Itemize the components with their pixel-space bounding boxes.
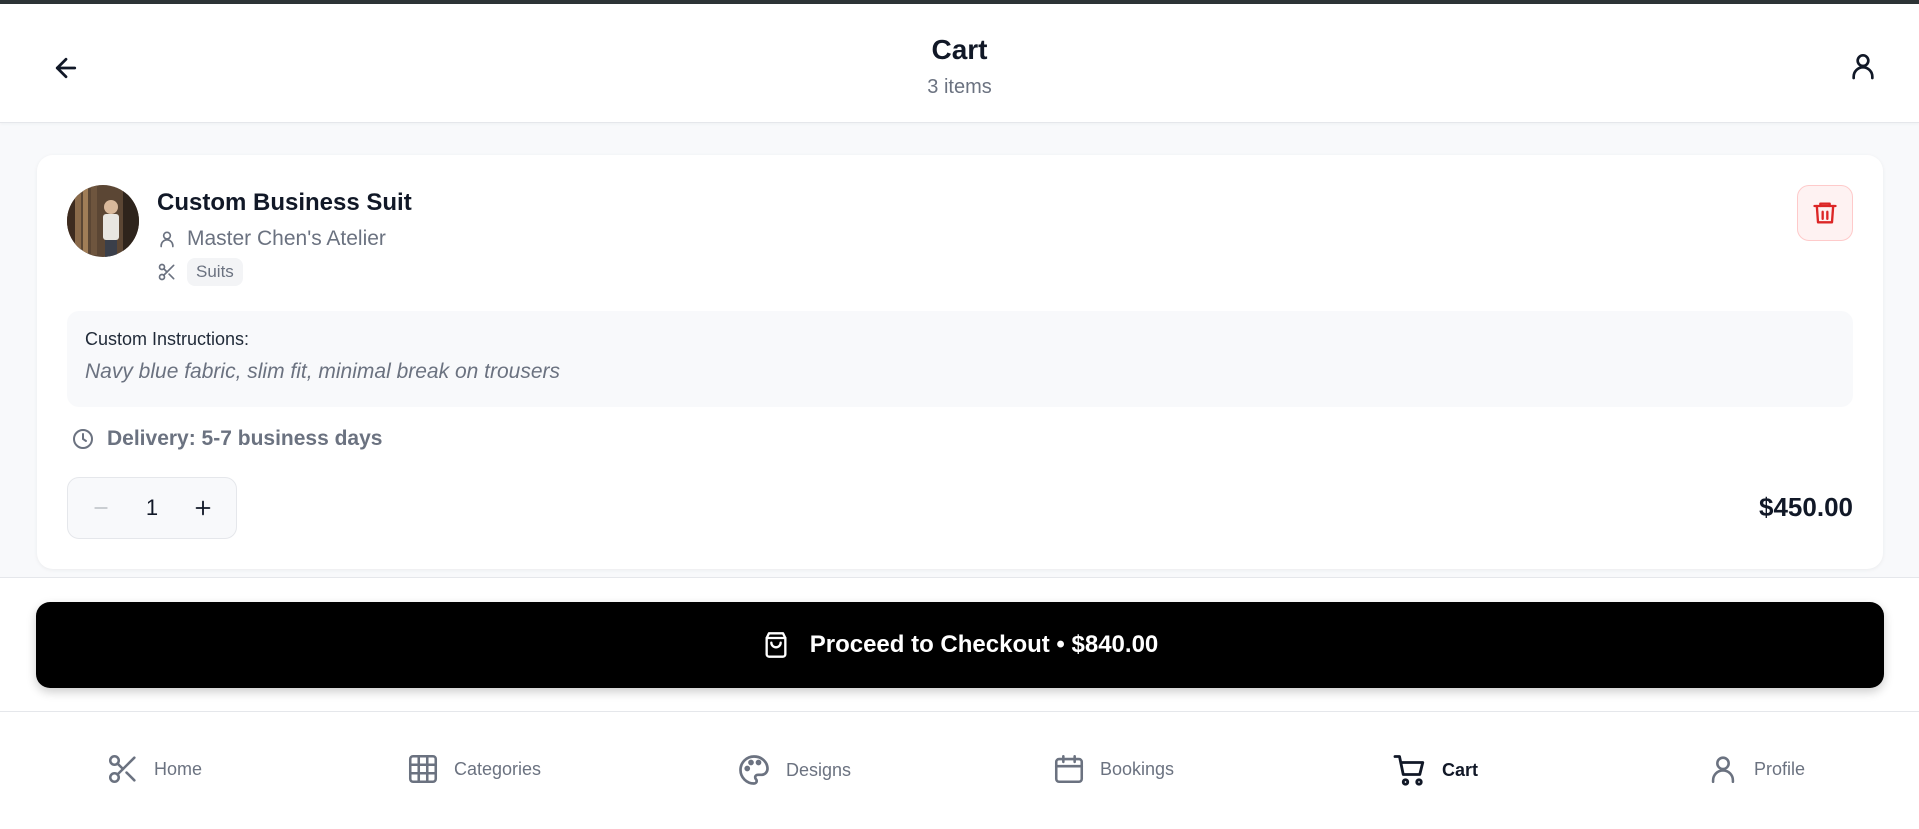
nav-item-categories[interactable]: Categories [406,752,541,786]
profile-button[interactable] [1843,46,1883,86]
tailor-name: Master Chen's Atelier [187,227,386,250]
delivery-text: Delivery: 5-7 business days [107,427,383,450]
bottom-navigation: Home Categories Designs Bookings Cart Pr… [0,711,1919,829]
nav-label: Bookings [1100,758,1175,779]
user-icon [160,231,174,248]
nav-label: Categories [454,758,542,779]
quantity-stepper: 1 [67,477,237,539]
scissors-icon [158,263,175,281]
cart-icon [1393,755,1425,786]
nav-item-home[interactable]: Home [106,752,202,786]
custom-instructions-box: Custom Instructions: Navy blue fabric, s… [67,311,1853,407]
user-icon [1852,54,1874,80]
nav-item-profile[interactable]: Profile [1706,752,1805,786]
calendar-icon [1054,754,1084,784]
nav-label: Profile [1754,758,1806,779]
plus-icon [195,500,211,516]
decrease-quantity-button[interactable] [84,491,118,525]
nav-item-cart[interactable]: Cart [1392,752,1478,788]
item-count: 3 items [927,76,992,98]
palette-icon [739,755,769,785]
minus-icon [94,507,108,509]
shopping-bag-icon [765,632,787,658]
instructions-text: Navy blue fabric, slim fit, minimal brea… [85,360,560,383]
page-header: Cart 3 items [0,4,1919,123]
nav-label: Cart [1442,759,1479,780]
trash-icon [1813,202,1837,224]
item-price: $450.00 [1759,492,1853,522]
clock-icon [73,429,93,449]
nav-item-bookings[interactable]: Bookings [1052,752,1174,786]
checkout-button[interactable]: Proceed to Checkout • $840.00 [36,602,1884,688]
user-icon [1711,756,1735,784]
scissors-icon [108,754,136,784]
delivery-info: Delivery: 5-7 business days [71,427,382,451]
tailor-avatar [67,185,139,257]
nav-label: Home [154,758,203,779]
tailor-row: Master Chen's Atelier [157,227,386,251]
quantity-value: 1 [145,495,159,520]
cart-list: Custom Business Suit Master Chen's Ateli… [0,123,1919,577]
increase-quantity-button[interactable] [186,491,220,525]
checkout-label: Proceed to Checkout • $840.00 [809,631,1159,658]
grid-icon [408,754,438,784]
page-title: Cart [931,34,988,65]
instructions-label: Custom Instructions: [85,329,250,349]
category-row: Suits [157,258,243,286]
nav-label: Designs [786,759,852,780]
checkout-bar: Proceed to Checkout • $840.00 [0,577,1919,711]
delete-item-button[interactable] [1797,185,1853,241]
item-name: Custom Business Suit [157,189,412,216]
category-badge: Suits [187,258,243,286]
nav-item-designs[interactable]: Designs [736,752,851,788]
cart-item-card: Custom Business Suit Master Chen's Ateli… [37,155,1883,569]
